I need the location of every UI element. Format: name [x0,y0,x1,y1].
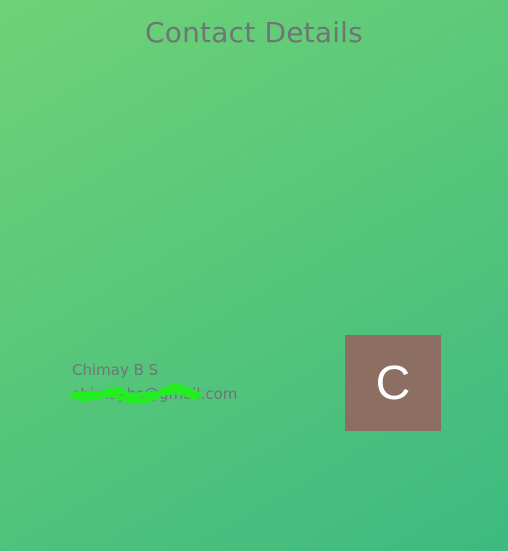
contact-details-screen: Contact Details Chimay B S chimaybs@gmai… [0,0,508,551]
page-title: Contact Details [145,16,363,49]
contact-avatar[interactable]: C [345,335,441,431]
avatar-initial: C [375,356,411,410]
contact-name: Chimay B S [72,361,159,379]
email-redaction-scribble [70,383,201,404]
